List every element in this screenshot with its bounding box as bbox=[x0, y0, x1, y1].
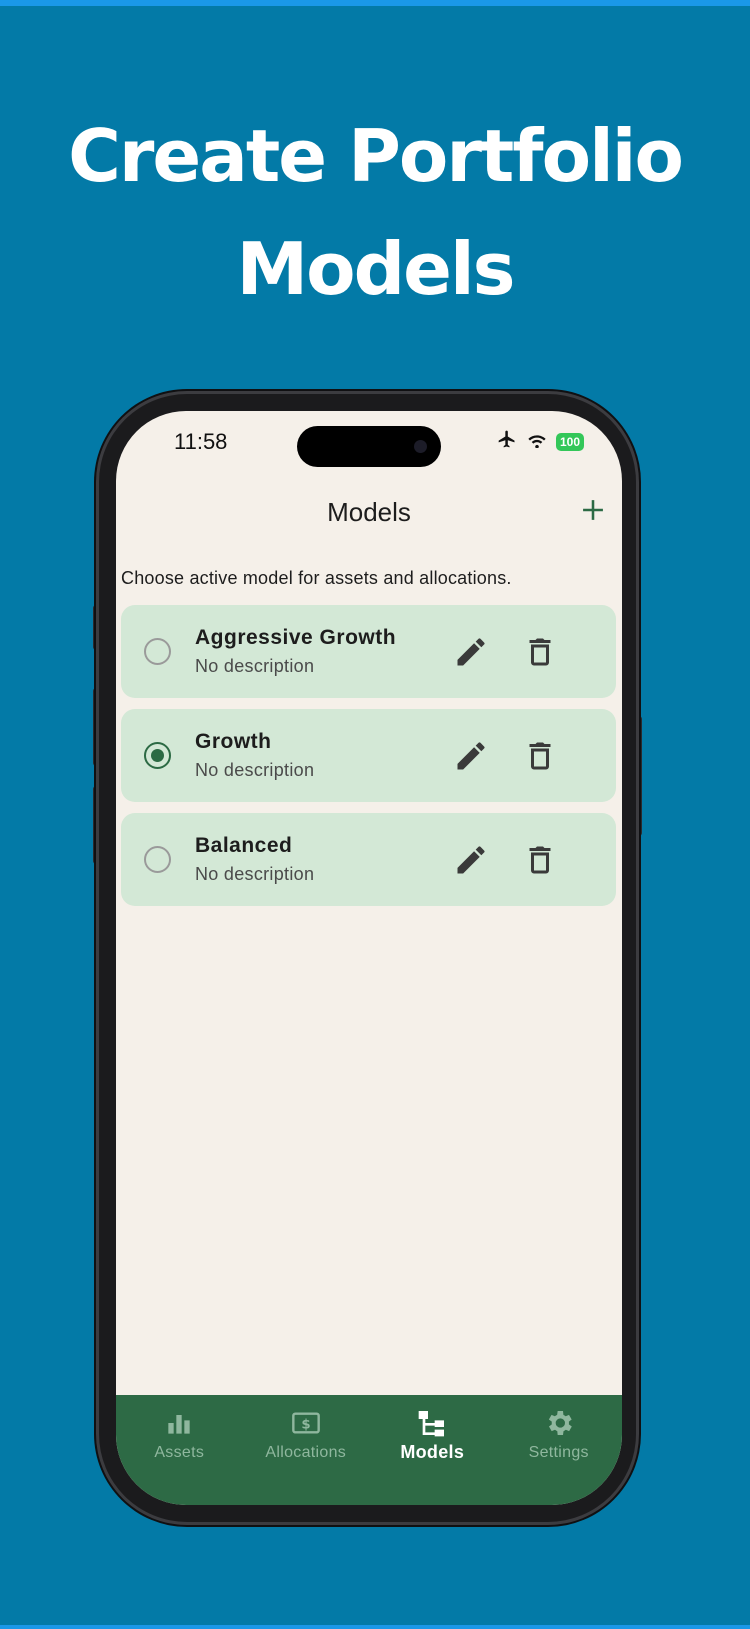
money-icon: $ bbox=[291, 1412, 320, 1434]
model-description: No description bbox=[195, 864, 315, 884]
model-description: No description bbox=[195, 656, 315, 676]
plus-icon bbox=[583, 500, 603, 520]
tab-settings[interactable]: Settings bbox=[496, 1395, 623, 1505]
edit-button[interactable] bbox=[453, 738, 489, 774]
battery-icon: 100 bbox=[555, 432, 584, 451]
delete-button[interactable] bbox=[522, 842, 558, 878]
airplane-icon bbox=[496, 429, 518, 454]
model-name: Growth bbox=[195, 730, 272, 753]
svg-text:$: $ bbox=[301, 1417, 310, 1432]
trash-icon bbox=[529, 638, 551, 666]
phone-power-button bbox=[635, 716, 642, 836]
model-list: Aggressive Growth No description Growth … bbox=[121, 605, 616, 917]
model-radio-selected[interactable] bbox=[144, 742, 171, 769]
tab-allocations[interactable]: $ Allocations bbox=[243, 1395, 370, 1505]
top-accent-strip bbox=[0, 0, 750, 6]
model-name: Aggressive Growth bbox=[195, 626, 397, 649]
headline-line-2: Models bbox=[236, 227, 515, 311]
page-title: Models bbox=[327, 497, 411, 527]
model-card-balanced[interactable]: Balanced No description bbox=[121, 813, 616, 906]
edit-button[interactable] bbox=[453, 634, 489, 670]
instruction-text: Choose active model for assets and alloc… bbox=[121, 568, 512, 588]
phone-screen: 11:58 100 Models Choose active model for… bbox=[116, 411, 622, 1505]
model-card-growth[interactable]: Growth No description bbox=[121, 709, 616, 802]
add-model-button[interactable] bbox=[576, 493, 610, 527]
bottom-accent-strip bbox=[0, 1625, 750, 1629]
pencil-icon bbox=[457, 846, 485, 874]
wifi-icon bbox=[526, 430, 548, 453]
model-radio[interactable] bbox=[144, 846, 171, 873]
model-description: No description bbox=[195, 760, 315, 780]
tab-bar: Assets $ Allocations Models Settings bbox=[116, 1395, 622, 1505]
bar-chart-icon bbox=[168, 1415, 190, 1434]
headline-line-1: Create Portfolio bbox=[68, 114, 684, 198]
promo-headline: Create Portfolio Models bbox=[0, 100, 750, 326]
pencil-icon bbox=[457, 638, 485, 666]
gear-icon bbox=[548, 1411, 572, 1435]
model-card-aggressive-growth[interactable]: Aggressive Growth No description bbox=[121, 605, 616, 698]
dynamic-island bbox=[297, 426, 441, 467]
status-time: 11:58 bbox=[174, 429, 228, 454]
tab-label: Models bbox=[400, 1442, 465, 1462]
tab-models[interactable]: Models bbox=[369, 1395, 496, 1505]
delete-button[interactable] bbox=[522, 634, 558, 670]
pencil-icon bbox=[457, 742, 485, 770]
tab-label: Allocations bbox=[265, 1444, 347, 1461]
camera-icon bbox=[414, 440, 427, 453]
hierarchy-icon bbox=[418, 1411, 445, 1437]
tab-label: Settings bbox=[528, 1444, 589, 1461]
tab-label: Assets bbox=[154, 1444, 205, 1461]
tab-assets[interactable]: Assets bbox=[116, 1395, 243, 1505]
model-name: Balanced bbox=[195, 834, 293, 857]
model-radio[interactable] bbox=[144, 638, 171, 665]
delete-button[interactable] bbox=[522, 738, 558, 774]
edit-button[interactable] bbox=[453, 842, 489, 878]
trash-icon bbox=[529, 846, 551, 874]
trash-icon bbox=[529, 742, 551, 770]
status-icons: 100 bbox=[496, 429, 584, 454]
